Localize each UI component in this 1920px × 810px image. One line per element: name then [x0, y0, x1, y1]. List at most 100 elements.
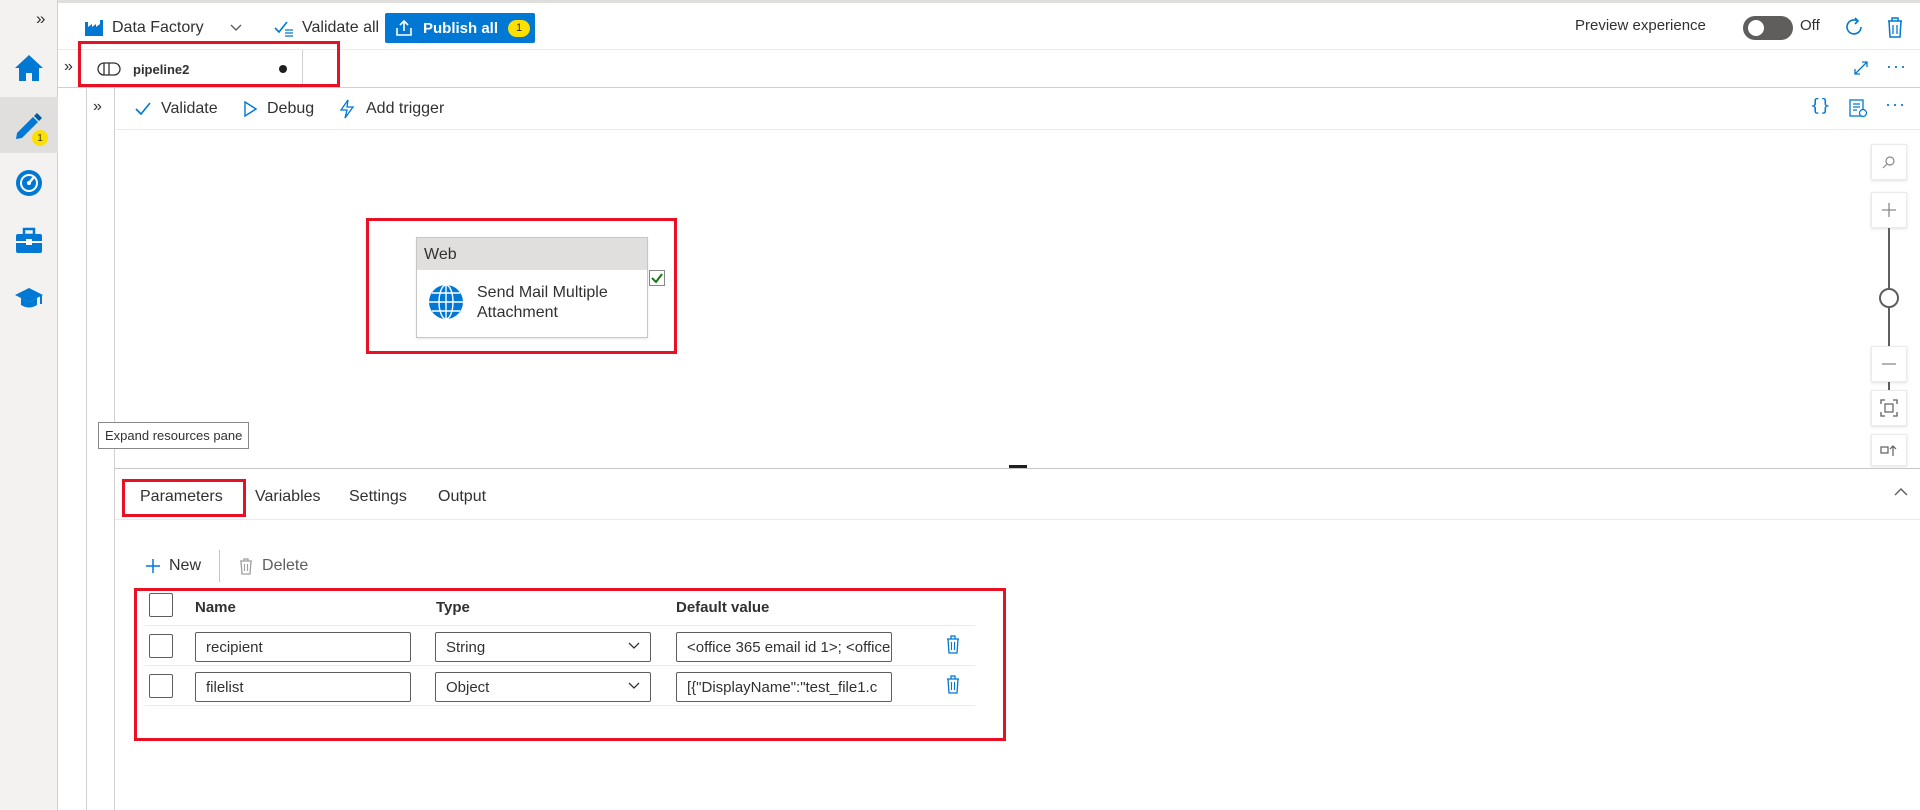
parameter-type-select[interactable]: String: [435, 632, 651, 662]
select-all-checkbox[interactable]: [149, 593, 173, 617]
delete-label: Delete: [262, 557, 309, 574]
manage-nav-button[interactable]: [0, 213, 58, 269]
expand-resources-tooltip: Expand resources pane: [98, 422, 250, 449]
plus-icon: [1881, 202, 1897, 218]
debug-label: Debug: [267, 100, 315, 117]
tab-parameters[interactable]: Parameters: [140, 488, 227, 516]
validate-label: Validate: [161, 100, 218, 117]
chevron-down-icon: [628, 682, 640, 690]
parameter-default-input[interactable]: [{"DisplayName":"test_file1.c: [676, 672, 892, 702]
auto-align-button[interactable]: [1871, 434, 1907, 466]
panel-tab-bar: Parameters Variables Settings Output: [115, 469, 1920, 520]
debug-button[interactable]: Debug: [243, 97, 314, 121]
author-nav-button[interactable]: 1: [0, 97, 58, 153]
row-checkbox[interactable]: [149, 674, 173, 698]
trash-icon: [238, 557, 254, 575]
tab-pipeline2[interactable]: pipeline2: [83, 50, 303, 88]
delete-parameter-button[interactable]: Delete: [238, 557, 308, 575]
zoom-in-button[interactable]: [1871, 192, 1907, 228]
home-nav-button[interactable]: [0, 40, 58, 96]
fit-screen-icon: [1880, 399, 1898, 417]
monitor-nav-button[interactable]: [0, 155, 58, 211]
chevron-down-icon: [628, 642, 640, 650]
command-more-icon[interactable]: ···: [1885, 94, 1906, 115]
parameter-default-input[interactable]: <office 365 email id 1>; <office 365 ema…: [676, 632, 892, 662]
preview-toggle-state: Off: [1800, 17, 1820, 34]
zoom-slider-track[interactable]: [1888, 228, 1890, 410]
column-default-value: Default value: [676, 599, 770, 616]
expand-tabs-icon[interactable]: »: [64, 58, 73, 76]
table-header: Name Type Default value: [145, 591, 975, 626]
factory-selector[interactable]: Data Factory: [84, 15, 242, 41]
globe-icon: [427, 283, 465, 321]
publish-all-button[interactable]: Publish all 1: [385, 13, 535, 43]
document-tab-strip: » pipeline2 ···: [58, 50, 1920, 88]
row-checkbox[interactable]: [149, 634, 173, 658]
zoom-out-button[interactable]: [1871, 346, 1907, 382]
factory-name: Data Factory: [112, 19, 204, 36]
pipeline-canvas[interactable]: Web Send Mail Multiple Attachment: [115, 130, 1920, 468]
fit-to-screen-button[interactable]: [1871, 390, 1907, 426]
add-trigger-label: Add trigger: [366, 100, 445, 117]
minus-icon: [1881, 362, 1897, 366]
parameters-table: Name Type Default value recipient String…: [145, 591, 975, 706]
properties-panel: Parameters Variables Settings Output New…: [115, 465, 1920, 810]
publish-all-label: Publish all: [423, 19, 499, 37]
toggle-knob: [1748, 20, 1764, 36]
preview-toggle[interactable]: [1743, 16, 1793, 40]
panel-resize-handle[interactable]: [1009, 465, 1027, 468]
delete-row-icon[interactable]: [945, 634, 961, 654]
factory-icon: [84, 19, 104, 37]
home-icon: [13, 53, 45, 83]
left-nav-rail: » 1: [0, 0, 58, 810]
validate-all-label: Validate all: [302, 19, 380, 36]
top-bar: Data Factory Validate all Publish all 1 …: [58, 0, 1920, 50]
validate-list-icon: [274, 19, 294, 37]
learning-nav-button[interactable]: [0, 270, 58, 326]
parameter-name-input[interactable]: recipient: [195, 632, 411, 662]
table-row: filelist Object [{"DisplayName":"test_fi…: [145, 666, 975, 706]
play-icon: [243, 101, 257, 117]
zoom-slider-thumb[interactable]: [1879, 288, 1899, 308]
search-icon: [1882, 155, 1896, 169]
plus-icon: [145, 558, 161, 574]
validate-all-button[interactable]: Validate all: [274, 15, 379, 41]
new-parameter-button[interactable]: New: [145, 557, 201, 575]
chevron-down-icon: [230, 24, 242, 32]
publish-count-badge: 1: [508, 19, 531, 37]
maximize-icon[interactable]: [1853, 60, 1869, 76]
tab-output[interactable]: Output: [438, 488, 486, 506]
toolbox-icon: [14, 227, 44, 255]
gauge-icon: [14, 168, 44, 198]
collapse-panel-icon[interactable]: [1894, 487, 1908, 496]
new-label: New: [169, 557, 202, 574]
activity-success-checkbox[interactable]: [649, 270, 665, 286]
activity-name: Send Mail Multiple Attachment: [477, 284, 608, 321]
action-divider: [219, 550, 221, 582]
validate-button[interactable]: Validate: [135, 97, 218, 121]
expand-nav-icon[interactable]: »: [36, 10, 45, 28]
discard-all-icon[interactable]: [1885, 15, 1905, 39]
tab-variables[interactable]: Variables: [255, 488, 321, 506]
check-icon: [135, 102, 151, 116]
expand-resources-icon[interactable]: »: [93, 98, 102, 116]
author-badge: 1: [32, 130, 48, 146]
parameter-type-select[interactable]: Object: [435, 672, 651, 702]
parameter-name-input[interactable]: filelist: [195, 672, 411, 702]
activity-type: Web: [417, 238, 647, 270]
delete-row-icon[interactable]: [945, 674, 961, 694]
resources-pane-collapsed: »: [86, 88, 115, 810]
add-trigger-button[interactable]: Add trigger: [338, 97, 444, 121]
canvas-search-button[interactable]: [1871, 144, 1907, 180]
refresh-icon[interactable]: [1843, 16, 1865, 38]
properties-icon[interactable]: [1848, 98, 1868, 118]
web-activity-node[interactable]: Web Send Mail Multiple Attachment: [416, 237, 648, 338]
upload-icon: [395, 19, 413, 37]
code-view-icon[interactable]: {}: [1810, 96, 1830, 116]
type-value: String: [446, 639, 486, 656]
tab-settings[interactable]: Settings: [349, 488, 407, 506]
auto-align-icon: [1880, 443, 1898, 457]
tab-more-icon[interactable]: ···: [1886, 56, 1907, 77]
unsaved-indicator: [279, 65, 287, 73]
graduation-cap-icon: [14, 285, 44, 311]
